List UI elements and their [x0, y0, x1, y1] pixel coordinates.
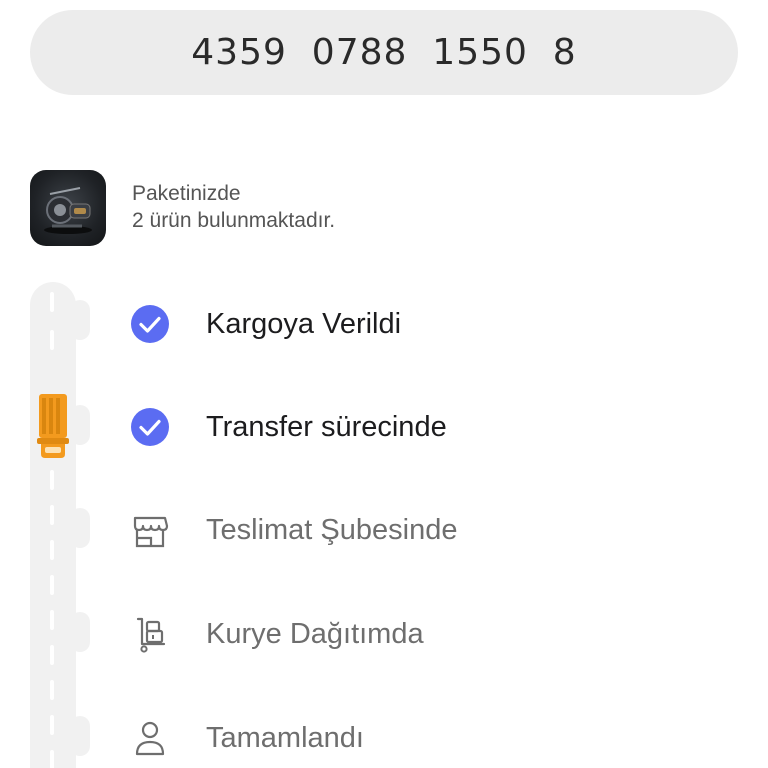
road-notch: [70, 508, 90, 548]
package-item-count: 2 ürün bulunmaktadır.: [132, 209, 336, 232]
person-icon: [130, 718, 170, 758]
delivery-truck-icon: [36, 392, 70, 460]
road-dash: [50, 330, 54, 350]
step-label: Transfer sürecinde: [206, 410, 447, 443]
step-tamamlandi: Tamamlandı: [130, 708, 364, 768]
road-dash: [50, 610, 54, 630]
delivery-cart-icon: [130, 614, 170, 654]
road-notch: [70, 300, 90, 340]
road-dash: [50, 645, 54, 665]
road-dash: [50, 470, 54, 490]
step-kargoya-verildi: Kargoya Verildi: [130, 294, 401, 354]
check-circle-icon: [130, 407, 170, 447]
package-info: Paketinizde 2 ürün bulunmaktadır.: [132, 180, 335, 234]
package-title: Paketinizde: [132, 182, 241, 205]
tracking-number: 4359 0788 1550 8: [191, 32, 577, 73]
road-notch: [70, 405, 90, 445]
step-label: Tamamlandı: [206, 721, 364, 754]
road-dash: [50, 505, 54, 525]
road-dash: [50, 540, 54, 560]
road-dash: [50, 292, 54, 312]
tracking-number-bar[interactable]: 4359 0788 1550 8: [30, 10, 738, 95]
step-label: Kurye Dağıtımda: [206, 617, 424, 650]
package-product-image[interactable]: [30, 170, 106, 246]
step-label: Kargoya Verildi: [206, 307, 402, 340]
store-icon: [130, 510, 170, 550]
road-dash: [50, 715, 54, 735]
road-dash: [50, 750, 54, 768]
step-label: Teslimat Şubesinde: [206, 513, 458, 546]
road-dash: [50, 575, 54, 595]
step-teslimat-subesinde: Teslimat Şubesinde: [130, 500, 457, 560]
road-dash: [50, 680, 54, 700]
road-notch: [70, 716, 90, 756]
check-circle-icon: [130, 304, 170, 344]
road-notch: [70, 612, 90, 652]
step-kurye-dagitimda: Kurye Dağıtımda: [130, 604, 424, 664]
step-transfer-surecinde: Transfer sürecinde: [130, 397, 447, 457]
